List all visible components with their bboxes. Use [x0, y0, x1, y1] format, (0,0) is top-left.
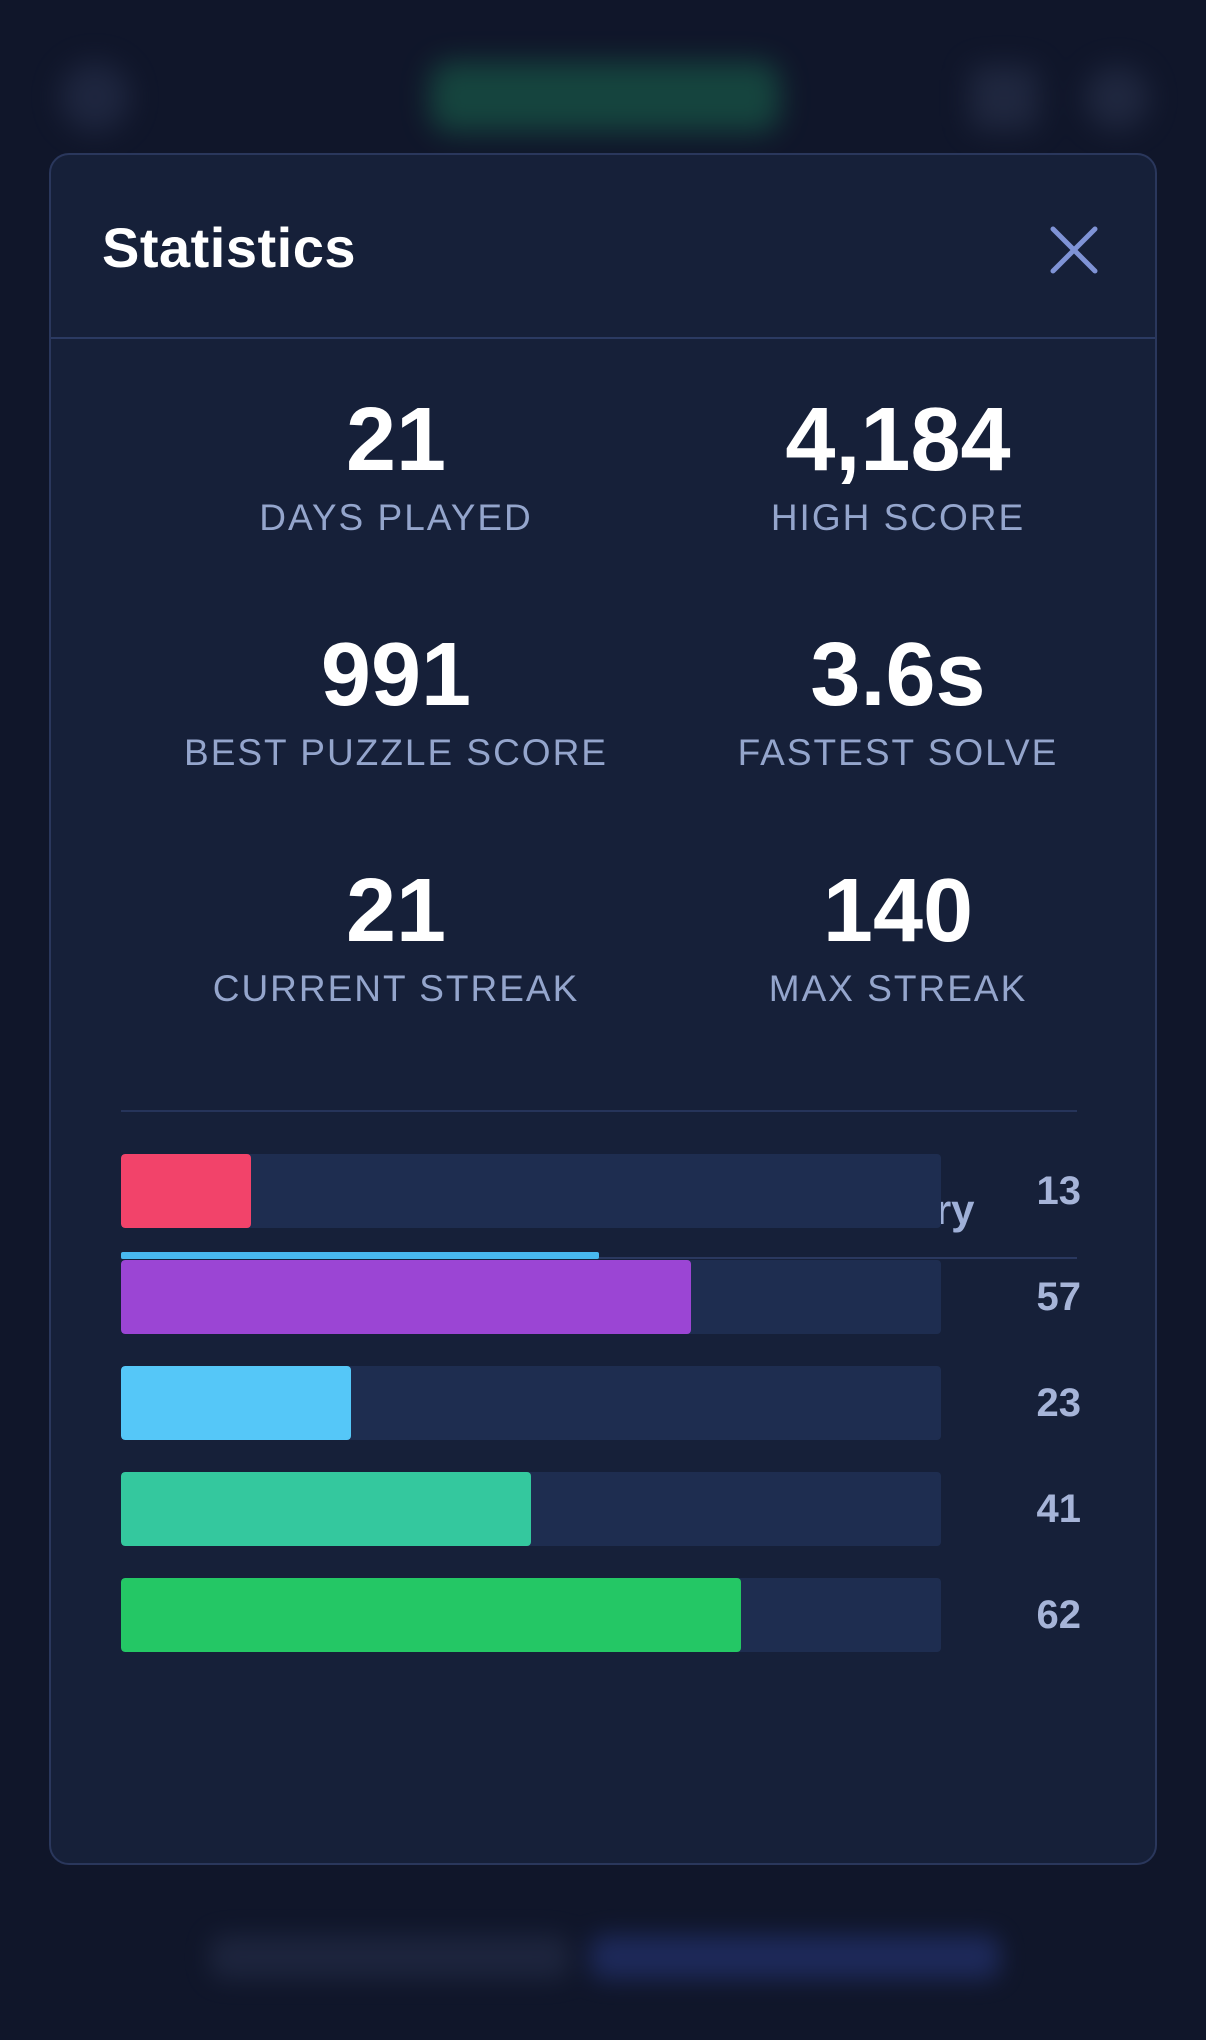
stat-label: BEST PUZZLE SCORE: [184, 732, 608, 773]
distribution-bar-track: [121, 1578, 941, 1652]
stat-days-played: 21 DAYS PLAYED: [146, 390, 646, 540]
distribution-bar-track: [121, 1472, 941, 1546]
background-gear-icon: [1085, 66, 1149, 130]
modal-title: Statistics: [102, 216, 356, 279]
app-screen: Statistics 21 DAYS PLAYED 4,184 HIGH SCO…: [0, 0, 1206, 2040]
stat-label: HIGH SCORE: [770, 497, 1026, 538]
stat-value: 4,184: [785, 390, 1011, 490]
distribution-bar-row: 23: [121, 1366, 1081, 1440]
stat-current-streak: 21 CURRENT STREAK: [146, 861, 646, 1011]
stat-value: 3.6s: [810, 625, 986, 725]
background-back-icon: [60, 62, 130, 132]
distribution-bar-row: 13: [121, 1154, 1081, 1228]
stat-value: 140: [822, 861, 974, 961]
distribution-bar-fill: [121, 1578, 741, 1652]
distribution-bar-fill: [121, 1366, 351, 1440]
background-footer-text: [210, 1935, 570, 1979]
stat-max-streak: 140 MAX STREAK: [648, 861, 1148, 1011]
distribution-bar-count: 41: [1036, 1487, 1082, 1531]
statistics-modal: Statistics 21 DAYS PLAYED 4,184 HIGH SCO…: [49, 153, 1157, 1865]
distribution-bar-track: [121, 1154, 941, 1228]
section-divider: [121, 1110, 1077, 1112]
stat-label: MAX STREAK: [768, 968, 1028, 1009]
distribution-bar-count: 57: [1036, 1275, 1082, 1319]
background-logo: [430, 62, 780, 132]
close-button[interactable]: [1041, 217, 1107, 283]
stat-value: 21: [345, 861, 447, 961]
distribution-bar-track: [121, 1260, 941, 1334]
distribution-bar-track: [121, 1366, 941, 1440]
stat-best-puzzle-score: 991 BEST PUZZLE SCORE: [146, 625, 646, 775]
stat-label: DAYS PLAYED: [259, 497, 533, 538]
background-footer: [210, 1935, 1000, 1979]
distribution-bar-count: 62: [1036, 1593, 1082, 1637]
distribution-bar-row: 62: [121, 1578, 1081, 1652]
distribution-bar-fill: [121, 1154, 251, 1228]
modal-header: Statistics: [51, 155, 1155, 339]
background-footer-link: [590, 1935, 1000, 1979]
close-icon: [1050, 226, 1098, 274]
distribution-bar-count: 23: [1036, 1381, 1082, 1425]
stat-high-score: 4,184 HIGH SCORE: [648, 390, 1148, 540]
distribution-bar-row: 57: [121, 1260, 1081, 1334]
distribution-bar-row: 41: [121, 1472, 1081, 1546]
tab-active-indicator: [121, 1252, 599, 1259]
background-chart-icon: [970, 66, 1038, 130]
distribution-bar-count: 13: [1036, 1169, 1082, 1213]
stat-value: 991: [320, 625, 472, 725]
stat-label: CURRENT STREAK: [212, 968, 580, 1009]
stat-label: FASTEST SOLVE: [737, 732, 1059, 773]
distribution-bar-fill: [121, 1472, 531, 1546]
stat-value: 21: [345, 390, 447, 490]
distribution-bar-fill: [121, 1260, 691, 1334]
stat-fastest-solve: 3.6s FASTEST SOLVE: [648, 625, 1148, 775]
